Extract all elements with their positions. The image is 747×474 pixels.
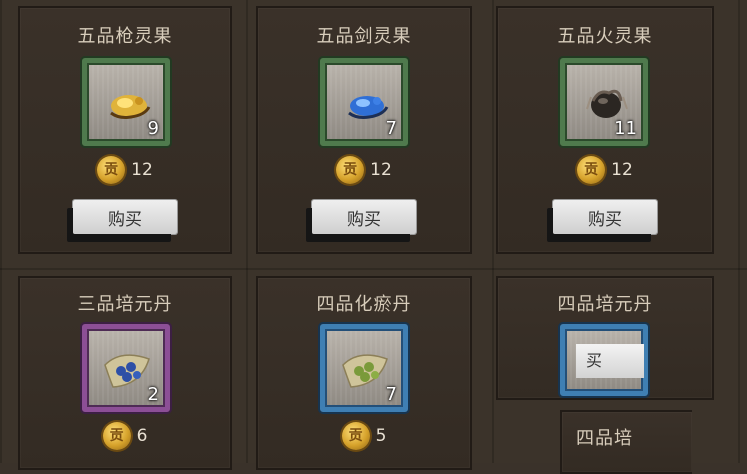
contribution-coin-icon: 贡 [341,422,370,450]
price-row: 贡 12 [498,156,712,186]
item-quantity: 2 [147,384,159,405]
shop-item-card: 五品剑灵果 7 贡 12 购买 [256,6,472,254]
contribution-coin-icon: 贡 [336,156,365,184]
item-slot[interactable]: 11 [560,58,648,146]
price-row: 贡5 [258,422,470,452]
contribution-coin-icon: 贡 [97,156,126,184]
price-row: 贡 12 [258,156,470,186]
shop-item-card-fragment: 四品培 [560,410,692,474]
price-value: 6 [136,426,148,446]
buy-button[interactable]: 购买 [553,200,657,234]
shop-item-card: 四品化瘀丹 7 贡5 [256,276,472,470]
item-slot[interactable]: 2 [82,324,170,412]
item-title: 三品培元丹 [77,294,173,315]
price-value: 12 [131,160,153,180]
item-title: 五品火灵果 [557,26,653,47]
contribution-coin-icon: 贡 [577,156,606,184]
shop-item-card: 三品培元丹 2 贡6 [18,276,232,470]
item-slot[interactable]: 7 [320,324,408,412]
item-title-fragment: 四品培 [576,428,633,449]
shop-item-card: 四品培元丹 买 [496,276,714,400]
price-row: 贡6 [20,422,230,452]
item-quantity: 7 [385,384,397,405]
buy-button[interactable]: 购买 [73,200,177,234]
item-title: 五品剑灵果 [316,26,412,47]
buy-button[interactable]: 购买 [312,200,416,234]
item-quantity: 9 [147,118,159,139]
item-slot[interactable]: 9 [82,58,170,146]
item-title: 五品枪灵果 [77,26,173,47]
buy-button-fragment[interactable]: 买 [576,344,644,378]
item-title: 四品化瘀丹 [316,294,412,315]
price-row: 贡 12 [20,156,230,186]
item-title: 四品培元丹 [557,294,653,315]
price-value: 12 [611,160,633,180]
price-value: 12 [370,160,392,180]
item-quantity: 11 [614,118,637,139]
item-quantity: 7 [385,118,397,139]
shop-item-card: 五品枪灵果 9 贡 12 购买 [18,6,232,254]
price-value: 5 [375,426,387,446]
contribution-coin-icon: 贡 [102,422,131,450]
item-slot[interactable]: 7 [320,58,408,146]
shop-item-card: 五品火灵果 11 贡 12 购买 [496,6,714,254]
